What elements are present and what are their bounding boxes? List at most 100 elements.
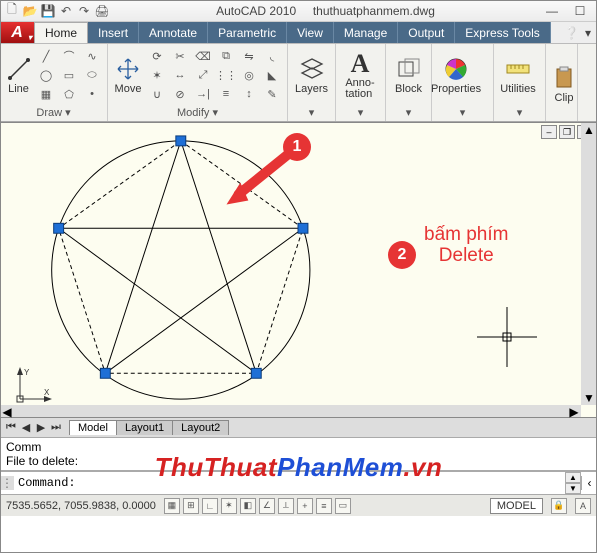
dyn-toggle-icon[interactable]: +	[297, 498, 313, 514]
arc-icon[interactable]: ⌒	[58, 47, 80, 65]
erase-icon[interactable]: ⌫	[192, 47, 214, 65]
line-icon	[5, 55, 33, 83]
otrack-toggle-icon[interactable]: ∠	[259, 498, 275, 514]
h-scrollbar[interactable]: ◀▶	[0, 405, 581, 417]
snap-toggle-icon[interactable]: ▦	[164, 498, 180, 514]
help-icon[interactable]: ❔	[564, 26, 579, 40]
ducs-toggle-icon[interactable]: ⟂	[278, 498, 294, 514]
command-expand-icon[interactable]: ‹	[581, 476, 597, 490]
tab-nav-first-icon[interactable]: ⏮	[4, 421, 18, 435]
circle-icon[interactable]: ◯	[35, 66, 57, 84]
tab-express-tools[interactable]: Express Tools	[455, 22, 550, 43]
maximize-button[interactable]: ☐	[567, 3, 593, 19]
tab-nav-next-icon[interactable]: ▶	[34, 421, 48, 435]
grip-vertex[interactable]	[251, 368, 261, 378]
join-icon[interactable]: ∪	[146, 85, 168, 103]
align-icon[interactable]: ≡	[215, 85, 237, 103]
grid-toggle-icon[interactable]: ⊞	[183, 498, 199, 514]
scale-icon[interactable]: ⤢	[192, 66, 214, 84]
annotation-badge-1: 1	[283, 133, 311, 161]
command-input[interactable]: Command:	[14, 474, 565, 492]
polar-toggle-icon[interactable]: ✶	[221, 498, 237, 514]
drawing-svg	[0, 123, 597, 417]
qat-save-icon[interactable]: 💾	[40, 3, 56, 19]
rectangle-icon[interactable]: ▭	[58, 66, 80, 84]
grip-vertex[interactable]	[54, 223, 64, 233]
ribbon-minimize-icon[interactable]: ▾	[585, 26, 591, 40]
lwt-toggle-icon[interactable]: ≡	[316, 498, 332, 514]
break-icon[interactable]: ⊘	[169, 85, 191, 103]
layout-tab-model[interactable]: Model	[69, 420, 117, 435]
move-button[interactable]: Move	[112, 46, 144, 104]
panel-layers-expand[interactable]: ▾	[292, 104, 331, 121]
grip-vertex[interactable]	[298, 223, 308, 233]
extend-icon[interactable]: →|	[192, 85, 214, 103]
tab-nav-last-icon[interactable]: ⏭	[49, 421, 63, 435]
status-lock-icon[interactable]: 🔒	[551, 498, 567, 514]
qat-redo-icon[interactable]: ↷	[76, 3, 92, 19]
qp-toggle-icon[interactable]: ▭	[335, 498, 351, 514]
command-grip-icon[interactable]: ⋮	[0, 476, 14, 490]
status-annoscale-icon[interactable]: A	[575, 498, 591, 514]
grip-vertex[interactable]	[100, 368, 110, 378]
panel-properties-expand[interactable]: ▾	[436, 104, 489, 121]
ortho-toggle-icon[interactable]: ∟	[202, 498, 218, 514]
polygon-icon[interactable]: ⬠	[58, 85, 80, 103]
panel-modify-label[interactable]: Modify ▾	[112, 104, 283, 121]
minimize-button[interactable]: —	[539, 3, 565, 19]
layout-tab-layout1[interactable]: Layout1	[116, 420, 173, 435]
utilities-button[interactable]: Utilities	[498, 46, 538, 104]
panel-draw-label[interactable]: Draw ▾	[4, 104, 103, 121]
qat-open-icon[interactable]: 📂	[22, 3, 38, 19]
tab-view[interactable]: View	[287, 22, 334, 43]
explode-icon[interactable]: ✶	[146, 66, 168, 84]
layers-button[interactable]: Layers	[292, 46, 331, 104]
properties-button[interactable]: Properties	[436, 46, 476, 104]
v-scrollbar[interactable]: ▲▼	[581, 123, 597, 405]
block-button[interactable]: Block	[390, 46, 427, 104]
line-button[interactable]: Line	[4, 46, 33, 104]
mirror-icon[interactable]: ⇋	[238, 47, 260, 65]
tab-insert[interactable]: Insert	[88, 22, 139, 43]
clipboard-button[interactable]: Clip	[550, 55, 578, 113]
edit-icon[interactable]: ✎	[261, 85, 283, 103]
ellipse-icon[interactable]: ⬭	[81, 66, 103, 84]
panel-annotation-expand[interactable]: ▾	[340, 104, 381, 121]
spline-icon[interactable]: ∿	[81, 47, 103, 65]
tab-parametric[interactable]: Parametric	[208, 22, 287, 43]
qat-print-icon[interactable]: 🖨	[94, 3, 110, 19]
rotate-icon[interactable]: ⟳	[146, 47, 168, 65]
panel-utilities: Utilities ▾	[494, 44, 546, 121]
qat-new-icon[interactable]: 🗋	[4, 3, 20, 19]
status-space[interactable]: MODEL	[490, 498, 543, 514]
point-icon[interactable]: •	[81, 85, 103, 103]
chamfer-icon[interactable]: ◣	[261, 66, 283, 84]
copy-icon[interactable]: ⧉	[215, 47, 237, 65]
lengthen-icon[interactable]: ↕	[238, 85, 260, 103]
command-scroll[interactable]: ▲▼	[565, 472, 581, 494]
drawing-canvas[interactable]: – ❐ × 1 2 bấm phím Delete Y X	[0, 122, 597, 418]
grip-vertex[interactable]	[176, 136, 186, 146]
properties-label: Properties	[431, 83, 481, 95]
polyline-icon[interactable]: ╱	[35, 47, 57, 65]
offset-icon[interactable]: ◎	[238, 66, 260, 84]
hatch-icon[interactable]: ▦	[35, 85, 57, 103]
tab-home[interactable]: Home	[34, 22, 88, 43]
qat-undo-icon[interactable]: ↶	[58, 3, 74, 19]
app-menu-button[interactable]: A	[0, 22, 34, 43]
panel-utilities-expand[interactable]: ▾	[498, 104, 541, 121]
osnap-toggle-icon[interactable]: ◧	[240, 498, 256, 514]
annotation-button[interactable]: A Anno- tation	[340, 46, 380, 104]
layers-label: Layers	[295, 83, 328, 95]
fillet-icon[interactable]: ◟	[261, 47, 283, 65]
layout-tab-layout2[interactable]: Layout2	[172, 420, 229, 435]
panel-modify: Move ⟳ ✂ ⌫ ⧉ ⇋ ◟ ✶ ↔ ⤢ ⋮⋮ ◎ ◣ ∪ ⊘ →| ≡ ↕…	[108, 44, 288, 121]
tab-annotate[interactable]: Annotate	[139, 22, 208, 43]
tab-nav-prev-icon[interactable]: ◀	[19, 421, 33, 435]
panel-block-expand[interactable]: ▾	[390, 104, 427, 121]
tab-output[interactable]: Output	[398, 22, 455, 43]
trim-icon[interactable]: ✂	[169, 47, 191, 65]
tab-manage[interactable]: Manage	[334, 22, 398, 43]
stretch-icon[interactable]: ↔	[169, 66, 191, 84]
array-icon[interactable]: ⋮⋮	[215, 66, 237, 84]
